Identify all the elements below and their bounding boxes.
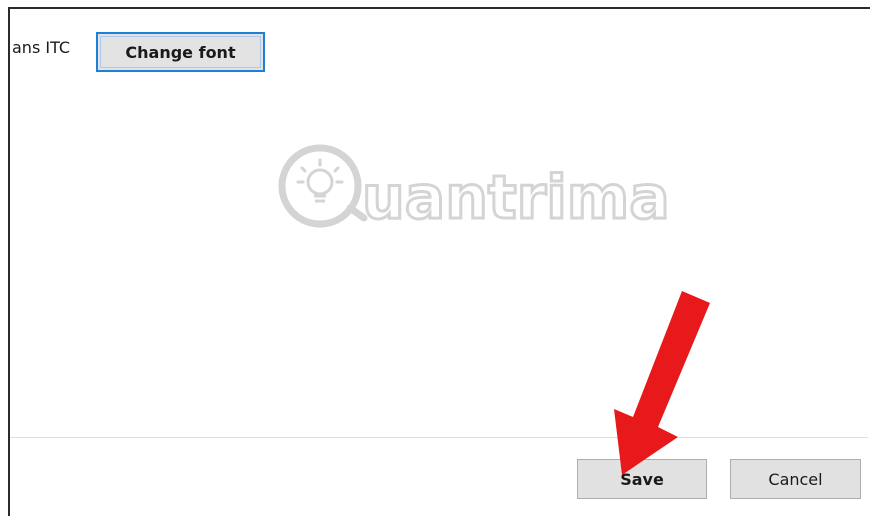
font-name-label: ans ITC [12,38,71,57]
window-left-border [8,7,10,516]
footer-divider [10,437,868,438]
change-font-label: Change font [125,42,236,62]
cancel-button[interactable]: Cancel [730,459,861,499]
change-font-button[interactable]: Change font [96,32,265,72]
dialog-window: ans ITC Change font uantrimang Save Canc… [0,0,870,516]
watermark-logo: uantrimang [278,144,670,235]
lightbulb-icon [278,144,368,228]
red-arrow-icon [614,291,710,475]
window-top-border [8,7,870,9]
save-button[interactable]: Save [577,459,707,499]
watermark-text: uantrimang [362,163,670,233]
